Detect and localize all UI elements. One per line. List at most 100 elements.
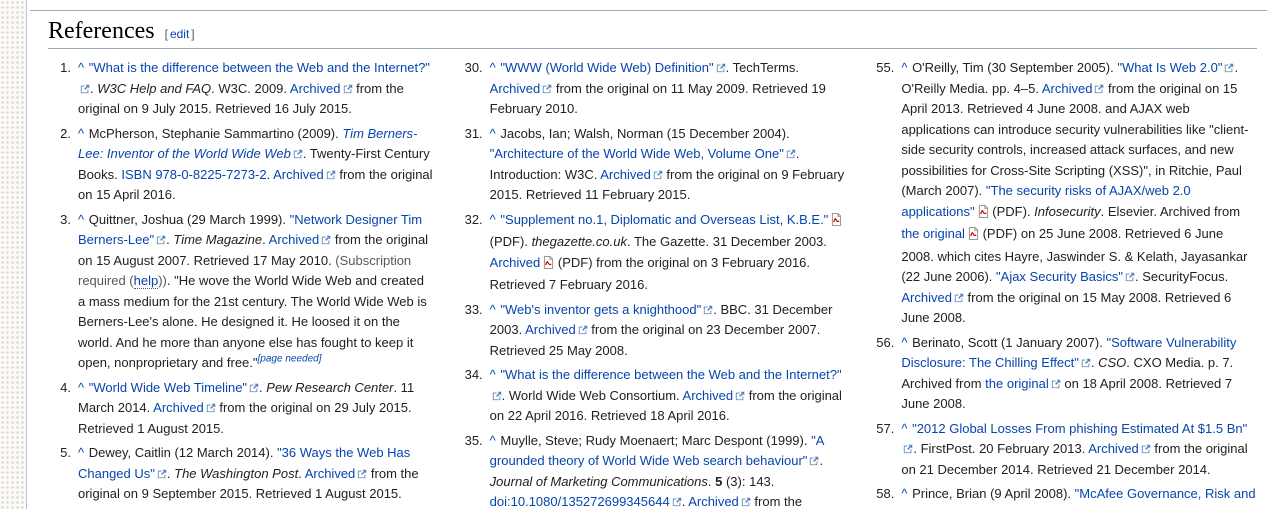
external-reference-link[interactable]: Archived (305, 466, 368, 481)
backlink-caret[interactable]: ^ (490, 126, 497, 141)
reference-citation: ^ "2012 Global Losses From phishing Esti… (901, 419, 1257, 481)
external-reference-link[interactable]: the original (985, 376, 1061, 391)
external-reference-link[interactable]: Archived (490, 81, 553, 96)
external-link-icon (703, 300, 713, 321)
reference-citation: ^ "Supplement no.1, Diplomatic and Overs… (490, 210, 846, 296)
citation-text: . The Gazette. 31 December 2003. (626, 234, 827, 249)
external-link-icon (1141, 439, 1151, 460)
reference-item: 58. ^ Prince, Brian (9 April 2008). "McAf… (871, 484, 1257, 509)
references-section: References [edit] 1. ^ "What is the differ… (48, 18, 1257, 509)
external-reference-link[interactable]: "World Wide Web Timeline" (89, 380, 259, 395)
reference-number: 31. (464, 125, 483, 141)
external-reference-link[interactable]: Archived (1088, 441, 1151, 456)
external-reference-link[interactable]: "Architecture of the World Wide Web, Vol… (490, 146, 796, 161)
reference-number: 1. (60, 60, 71, 75)
citation-text: Muylle, Steve; Rudy Moenaert; Marc Despo… (496, 432, 812, 448)
pdf-file-icon (968, 226, 979, 247)
external-reference-link[interactable]: Archived (683, 388, 746, 403)
citation-text: . (298, 465, 305, 481)
external-link-icon (326, 165, 336, 186)
citation-text: Quittner, Joshua (29 March 1999). (85, 211, 290, 227)
reference-number: 58. (876, 486, 895, 501)
pdf-file-icon (978, 204, 989, 225)
external-reference-link[interactable]: "Web's inventor gets a knighthood" (500, 302, 713, 317)
reference-item: 3. ^ Quittner, Joshua (29 March 1999). "N… (48, 210, 434, 374)
reference-link[interactable]: "Supplement no.1, Diplomatic and Oversea… (500, 212, 828, 227)
reference-number: 3. (60, 211, 71, 227)
external-link-icon (80, 79, 90, 100)
external-reference-link[interactable]: "Ajax Security Basics" (996, 269, 1135, 284)
citation-text: Prince, Brian (9 April 2008). (908, 486, 1075, 501)
edit-bracket-open: [ (164, 27, 168, 41)
external-link-icon (672, 492, 682, 509)
external-reference-link[interactable]: Archived (688, 494, 751, 509)
external-reference-link[interactable]: Archived (525, 322, 588, 337)
reference-number: 57. (876, 420, 895, 436)
reference-citation: ^ Prince, Brian (9 April 2008). "McAfee … (901, 484, 1257, 509)
citation-text: from the original on 15 April 2013. Retr… (901, 80, 1249, 199)
reference-citation: ^ "World Wide Web Timeline". Pew Researc… (78, 378, 434, 440)
citation-text: . TechTerms. (725, 60, 800, 75)
reference-number: 30. (464, 60, 483, 75)
external-reference-link[interactable]: Archived (1042, 81, 1105, 96)
external-reference-link[interactable]: Archived (901, 290, 964, 305)
citation-work: CSO (1098, 355, 1127, 370)
reference-link[interactable]: the original (901, 226, 965, 241)
reference-item: 33. ^ "Web's inventor gets a knighthood".… (460, 300, 846, 362)
external-link-icon (321, 230, 331, 251)
reference-citation: ^ McPherson, Stephanie Sammartino (2009)… (78, 124, 434, 206)
external-link-icon (492, 386, 502, 407)
page-needed-superscript[interactable]: [page needed] (258, 354, 322, 365)
external-reference-link[interactable]: Archived (600, 167, 663, 182)
reference-citation: ^ "WWW (World Wide Web) Definition". Tec… (490, 58, 846, 120)
reference-citation: ^ Muylle, Steve; Rudy Moenaert; Marc Des… (490, 431, 846, 509)
backlink-caret[interactable]: ^ (490, 60, 497, 75)
reference-citation: ^ O'Reilly, Tim (30 September 2005). "Wh… (901, 58, 1257, 329)
external-link-icon (1060, 505, 1070, 509)
help-link[interactable]: help (133, 273, 159, 289)
external-reference-link[interactable]: Archived (153, 400, 216, 415)
citation-text: . (819, 453, 824, 468)
pdf-file-icon (543, 255, 554, 276)
reference-citation: ^ Berinato, Scott (1 January 2007). "Sof… (901, 333, 1257, 415)
external-link-icon (157, 464, 167, 485)
reference-number: 34. (464, 367, 483, 382)
reference-number: 55. (876, 60, 895, 75)
reference-citation: ^ Jacobs, Ian; Walsh, Norman (15 Decembe… (490, 124, 846, 206)
edit-bracket-close: ] (191, 27, 195, 41)
external-reference-link[interactable]: doi:10.1080/135272699345644 (490, 494, 682, 509)
citation-text: (PDF). (988, 203, 1035, 219)
reference-number: 4. (60, 379, 71, 395)
reference-item: 55. ^ O'Reilly, Tim (30 September 2005). … (871, 58, 1257, 329)
external-link-icon (1051, 374, 1061, 395)
citation-work: The Washington Post (174, 465, 299, 481)
backlink-caret[interactable]: ^ (490, 433, 497, 448)
citation-text: . Elsevier. Archived from (1100, 203, 1241, 219)
reference-number: 33. (464, 301, 483, 317)
edit-section: [edit] (165, 27, 195, 41)
citation-text: McPherson, Stephanie Sammartino (2009). (85, 125, 343, 141)
backlink-caret[interactable]: ^ (490, 302, 497, 317)
references-heading: References [edit] (48, 18, 1257, 49)
backlink-caret[interactable]: ^ (490, 367, 497, 382)
reference-number: 2. (60, 125, 71, 141)
external-link-icon (786, 144, 796, 165)
reference-item: 35. ^ Muylle, Steve; Rudy Moenaert; Marc … (460, 431, 846, 509)
backlink-caret[interactable]: ^ (490, 212, 497, 227)
reference-link[interactable]: Archived (490, 255, 541, 270)
external-link-icon (903, 439, 913, 460)
external-reference-link[interactable]: Archived (273, 167, 336, 182)
reference-link[interactable]: ISBN 978-0-8225-7273-2 (121, 167, 266, 182)
external-reference-link[interactable]: Archived (290, 81, 353, 96)
external-reference-link[interactable]: "WWW (World Wide Web) Definition" (500, 60, 725, 75)
reference-column: 1. ^ "What is the difference between the … (48, 58, 434, 509)
wikipedia-article-page: References [edit] 1. ^ "What is the differ… (0, 0, 1271, 509)
external-link-icon (249, 378, 259, 399)
external-reference-link[interactable]: Archived (269, 232, 332, 247)
page-title: References (48, 18, 155, 44)
external-link-icon (809, 451, 819, 472)
external-reference-link[interactable]: "What Is Web 2.0" (1117, 60, 1234, 75)
reference-item: 56. ^ Berinato, Scott (1 January 2007). "… (871, 333, 1257, 415)
edit-link[interactable]: edit (170, 27, 189, 41)
external-link-icon (653, 165, 663, 186)
